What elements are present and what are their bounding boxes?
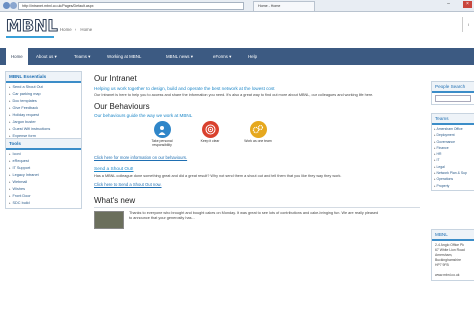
- browser-chrome: http://intranet.mbnl.co.uk/Pages/Default…: [0, 0, 474, 12]
- intranet-intro: Our Intranet is here to help you to acce…: [94, 93, 374, 97]
- behaviour-label: Keep it clear: [200, 139, 220, 143]
- logo-underline: [6, 36, 54, 38]
- essentials-link-holiday-request[interactable]: Holiday request: [9, 112, 78, 119]
- people-search-title: People Search: [432, 82, 474, 93]
- teams-panel: Teams Amersham Office Deployment Governa…: [431, 113, 474, 191]
- behaviours-heading: Our Behaviours: [94, 102, 150, 111]
- contact-address: 2-4 Anglo Office Pk 67 White Lion Road A…: [432, 241, 474, 280]
- news-thumbnail[interactable]: [94, 211, 124, 229]
- whats-new-divider: [94, 207, 420, 208]
- tools-panel: Tools Iconi eRequest IT Support Legacy I…: [5, 138, 82, 209]
- nav-item-home[interactable]: Home: [6, 48, 28, 65]
- tools-link-erequest[interactable]: eRequest: [9, 158, 78, 165]
- behaviours-more-link[interactable]: Click here for more information on our b…: [94, 155, 420, 160]
- contact-line[interactable]: www.mbnl.co.uk: [435, 273, 471, 278]
- essentials-link-give-feedback[interactable]: Give Feedback: [9, 105, 78, 112]
- nav-item-working-at-mbnl[interactable]: Working at MBNL: [107, 48, 141, 65]
- intranet-tagline: Helping us work together to design, buil…: [94, 86, 275, 91]
- behaviour-item[interactable]: Take personal responsibility: [142, 121, 182, 147]
- teams-title: Teams: [432, 114, 474, 125]
- nav-item-teams[interactable]: Teams ▾: [74, 48, 90, 65]
- essentials-link-send-shout-out[interactable]: Send a Shout Out: [9, 84, 78, 91]
- behaviour-label: Work as one team: [244, 139, 272, 143]
- essentials-title: MBNL Essentials: [6, 72, 81, 83]
- tools-link-sdc-build[interactable]: SDC build: [9, 200, 78, 207]
- mbnl-logo[interactable]: MBNL: [6, 16, 59, 36]
- target-icon: [201, 121, 219, 138]
- minimize-icon[interactable]: –: [444, 1, 453, 8]
- behaviour-item[interactable]: Work as one team: [238, 121, 278, 143]
- browser-tab[interactable]: Home - Home: [253, 1, 315, 11]
- close-icon[interactable]: ×: [463, 1, 472, 8]
- address-bar[interactable]: http://intranet.mbnl.co.uk/Pages/Default…: [18, 2, 244, 10]
- intranet-heading: Our Intranet: [94, 74, 137, 83]
- right-edge-tab[interactable]: I: [462, 17, 474, 32]
- contact-panel: MBNL 2-4 Anglo Office Pk 67 White Lion R…: [431, 229, 474, 281]
- behaviours-subtitle: Our behaviours guide the way we work at …: [94, 113, 193, 118]
- people-search-input[interactable]: [435, 95, 471, 102]
- shout-out-text: Has a MBNL colleague done something grea…: [94, 174, 342, 178]
- breadcrumb-item[interactable]: Home: [80, 27, 92, 32]
- shout-out-link[interactable]: Click here to Send a Shout Out now.: [94, 182, 420, 187]
- behaviour-label: Take personal responsibility: [151, 139, 173, 147]
- people-search-panel: People Search: [431, 81, 474, 105]
- top-navigation: Home About us ▾ Teams ▾ Working at MBNL …: [0, 48, 474, 65]
- tools-link-legacy-intranet[interactable]: Legacy Intranet: [9, 172, 78, 179]
- tools-link-iconi[interactable]: Iconi: [9, 151, 78, 158]
- nav-item-mbnl-news[interactable]: MBNL news ▾: [166, 48, 193, 65]
- breadcrumb: Home › Home: [60, 27, 95, 32]
- forward-icon[interactable]: [10, 2, 17, 9]
- nav-item-eforms[interactable]: eForms ▾: [213, 48, 231, 65]
- nav-item-help[interactable]: Help: [248, 48, 257, 65]
- tools-link-front-door[interactable]: Front Door: [9, 193, 78, 200]
- back-icon[interactable]: [3, 2, 10, 9]
- whats-new-heading: What's new: [94, 196, 136, 205]
- news-text: Thanks to everyone who brought and bough…: [129, 211, 379, 220]
- contact-title: MBNL: [432, 230, 474, 241]
- essentials-link-doc-templates[interactable]: Doc templates: [9, 98, 78, 105]
- breadcrumb-item[interactable]: Home: [60, 27, 72, 32]
- essentials-link-guest-wifi[interactable]: Guest Wifi instructions: [9, 126, 78, 133]
- essentials-link-jargon-buster[interactable]: Jargon buster: [9, 119, 78, 126]
- breadcrumb-separator: ›: [74, 27, 77, 32]
- team-link[interactable]: Property: [434, 183, 472, 189]
- tools-link-it-support[interactable]: IT Support: [9, 165, 78, 172]
- gears-icon: [249, 121, 267, 138]
- tools-link-webmail[interactable]: Webmail: [9, 179, 78, 186]
- shout-out-heading[interactable]: Send a Shout Out!: [94, 167, 420, 172]
- behaviour-item[interactable]: Keep it clear: [190, 121, 230, 143]
- contact-line: Amersham, Buckinghamshire: [435, 253, 462, 262]
- tools-title: Tools: [6, 139, 81, 150]
- nav-item-about-us[interactable]: About us ▾: [36, 48, 57, 65]
- main-content: Our Intranet Helping us work together to…: [94, 74, 420, 231]
- essentials-link-car-parking-map[interactable]: Car parking map: [9, 91, 78, 98]
- person-icon: [153, 121, 171, 138]
- behaviours-row: Take personal responsibility Keep it cle…: [94, 121, 420, 155]
- tools-link-wishes[interactable]: Wishes: [9, 186, 78, 193]
- news-item[interactable]: Thanks to everyone who brought and bough…: [94, 211, 420, 231]
